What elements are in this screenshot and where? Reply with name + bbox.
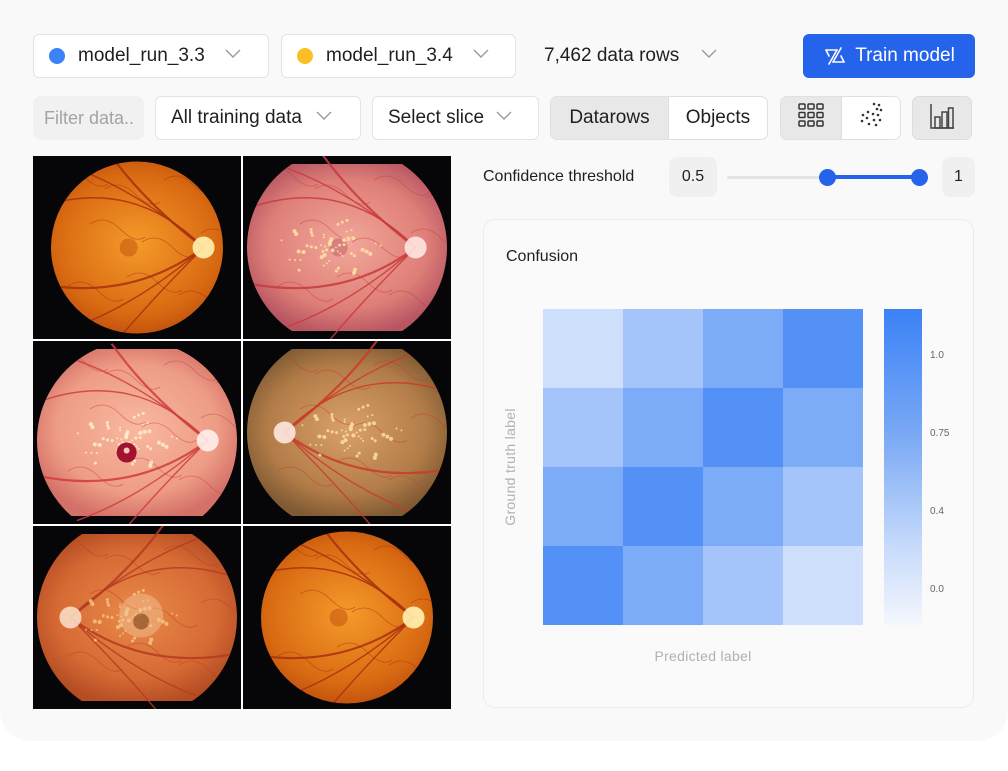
y-axis-label: Ground truth label [502, 408, 518, 526]
matrix-cell-1-3[interactable] [783, 388, 863, 468]
confusion-matrix [543, 309, 863, 625]
x-axis-label: Predicted label [654, 648, 752, 664]
matrix-cell-1-1[interactable] [623, 388, 704, 468]
scatter-view-button[interactable] [840, 97, 900, 139]
train-model-button[interactable]: Train model [803, 34, 975, 78]
colorbar-tick-label: 0.4 [930, 506, 944, 517]
app-frame: model_run_3.3 model_run_3.4 7,462 data r… [0, 0, 1008, 741]
gallery-image[interactable] [33, 341, 241, 524]
matrix-cell-2-3[interactable] [783, 467, 863, 547]
scatter-icon [858, 102, 884, 134]
colorbar-tick-label: 1.0 [930, 350, 944, 361]
matrix-cell-3-1[interactable] [623, 546, 704, 625]
filter-data-input[interactable] [33, 96, 144, 140]
dataset-select[interactable]: All training data [155, 96, 361, 140]
model-run-a-select[interactable]: model_run_3.3 [33, 34, 269, 78]
confidence-range-slider[interactable] [727, 157, 928, 197]
slice-select-label: Select slice [388, 107, 485, 128]
matrix-cell-0-1[interactable] [623, 309, 704, 389]
model-run-b-select[interactable]: model_run_3.4 [281, 34, 516, 78]
dataset-select-label: All training data [171, 107, 302, 128]
gallery-image[interactable] [33, 526, 241, 709]
model-b-label: model_run_3.4 [326, 45, 453, 66]
matrix-cell-3-3[interactable] [783, 546, 863, 625]
chevron-down-icon [316, 111, 332, 125]
image-gallery [33, 156, 451, 709]
confidence-max-value[interactable]: 1 [942, 157, 975, 197]
train-model-icon [823, 45, 847, 67]
confidence-threshold-label: Confidence threshold [483, 168, 635, 185]
confusion-panel-title: Confusion [506, 248, 579, 265]
layout-mode-toggle [780, 96, 901, 140]
matrix-cell-0-3[interactable] [783, 309, 863, 389]
tab-objects[interactable]: Objects [667, 97, 767, 139]
confidence-min-value[interactable]: 0.5 [669, 157, 717, 197]
chart-view-button[interactable] [912, 96, 972, 140]
model-b-color-dot [297, 48, 313, 64]
bar-chart-icon [929, 103, 955, 134]
slider-thumb-lower[interactable] [819, 169, 836, 186]
train-model-label: Train model [855, 45, 955, 66]
matrix-cell-3-0[interactable] [543, 546, 624, 625]
filter-toolbar: All training data Select slice Datarows … [33, 96, 975, 140]
model-a-label: model_run_3.3 [78, 45, 205, 66]
grid-icon [798, 103, 824, 133]
data-rows-count: 7,462 data rows [544, 45, 680, 66]
data-rows-dropdown[interactable]: 7,462 data rows [544, 34, 717, 78]
matrix-cell-0-2[interactable] [703, 309, 784, 389]
chevron-down-icon [225, 49, 241, 63]
confusion-panel: Confusion Ground truth label Predicted l… [483, 219, 974, 708]
tab-datarows[interactable]: Datarows [551, 97, 668, 139]
matrix-cell-0-0[interactable] [543, 309, 624, 389]
gallery-image[interactable] [243, 156, 451, 339]
top-toolbar: model_run_3.3 model_run_3.4 7,462 data r… [33, 34, 975, 78]
chevron-down-icon [701, 49, 717, 63]
gallery-image[interactable] [33, 156, 241, 339]
matrix-cell-1-0[interactable] [543, 388, 624, 468]
slider-fill [827, 175, 919, 179]
matrix-cell-1-2[interactable] [703, 388, 784, 468]
slice-select[interactable]: Select slice [372, 96, 539, 140]
colorbar [884, 309, 922, 625]
gallery-image[interactable] [243, 526, 451, 709]
chevron-down-icon [496, 111, 512, 125]
tab-objects-label: Objects [685, 107, 751, 128]
tab-datarows-label: Datarows [569, 107, 650, 128]
chevron-down-icon [473, 49, 489, 63]
matrix-cell-3-2[interactable] [703, 546, 784, 625]
gallery-image[interactable] [243, 341, 451, 524]
matrix-cell-2-0[interactable] [543, 467, 624, 547]
matrix-cell-2-1[interactable] [623, 467, 704, 547]
slider-thumb-upper[interactable] [911, 169, 928, 186]
model-a-color-dot [49, 48, 65, 64]
grid-view-button[interactable] [781, 97, 841, 139]
view-mode-toggle: Datarows Objects [550, 96, 768, 140]
colorbar-tick-label: 0.75 [930, 428, 950, 439]
matrix-cell-2-2[interactable] [703, 467, 784, 547]
colorbar-tick-label: 0.0 [930, 584, 944, 595]
confidence-threshold-control: Confidence threshold 0.5 1 [483, 157, 975, 197]
